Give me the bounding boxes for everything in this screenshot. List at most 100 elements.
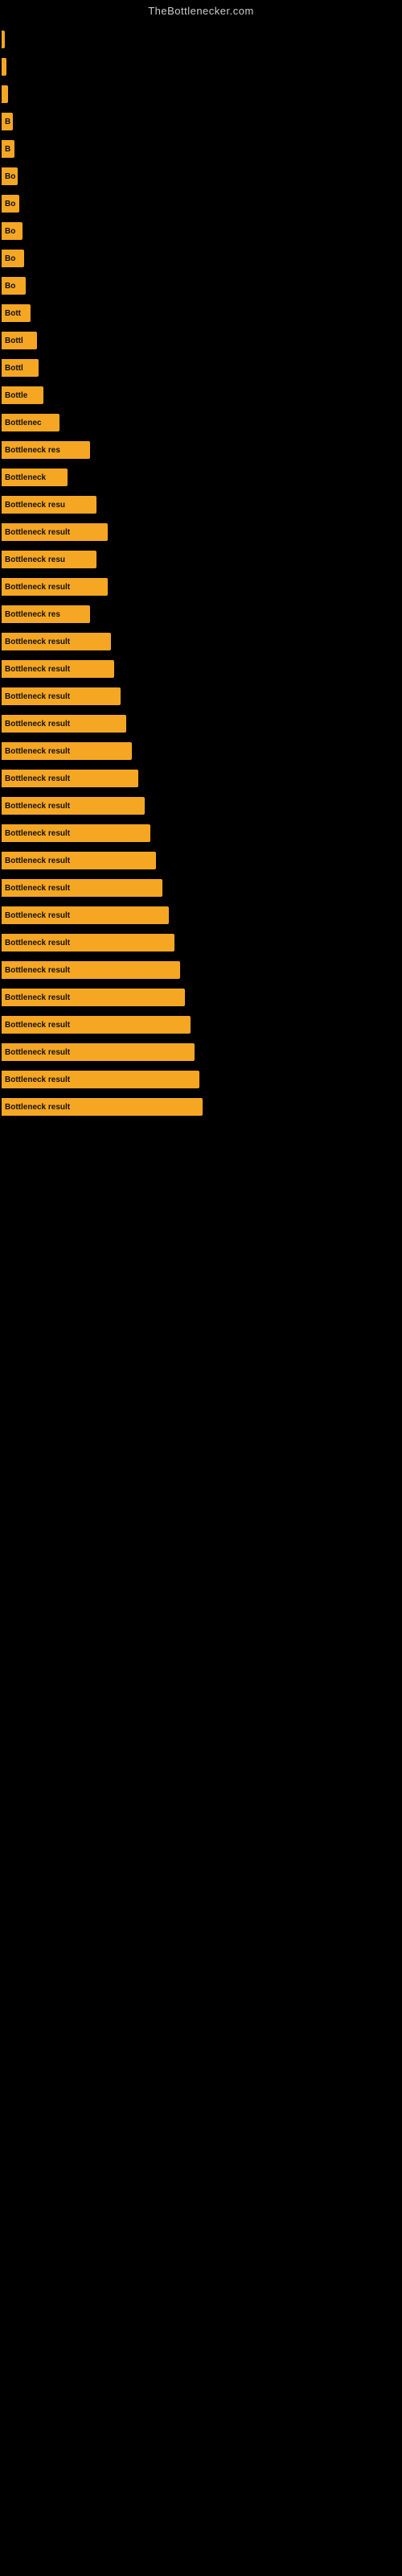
bar-item: Bottleneck result	[2, 742, 132, 760]
bar-row: Bottl	[2, 329, 402, 352]
bar-label: Bottleneck result	[5, 829, 70, 838]
bar-item: Bottleneck result	[2, 1043, 195, 1061]
bar-item	[2, 58, 6, 76]
bar-item: Bottleneck result	[2, 1016, 191, 1034]
bar-label: Bo	[5, 282, 15, 291]
bar-row: Bottleneck result	[2, 658, 402, 680]
bar-row: Bottleneck resu	[2, 493, 402, 516]
bar-label: Bottl	[5, 364, 23, 373]
bar-label: Bottleneck result	[5, 939, 70, 947]
bar-item: Bottleneck result	[2, 879, 162, 897]
bar-label: Bottleneck res	[5, 446, 60, 455]
bar-row: Bottleneck result	[2, 795, 402, 817]
bar-row: Bo	[2, 165, 402, 188]
bar-row: Bottleneck result	[2, 712, 402, 735]
bar-label: Bottleneck result	[5, 1021, 70, 1030]
bar-item: Bottl	[2, 359, 39, 377]
bar-item: B	[2, 113, 13, 130]
bar-row: Bottleneck result	[2, 576, 402, 598]
bar-label: Bo	[5, 254, 15, 263]
bar-item: Bo	[2, 167, 18, 185]
bar-item: Bo	[2, 277, 26, 295]
bar-item: Bo	[2, 195, 19, 213]
bar-row: Bottleneck result	[2, 521, 402, 543]
bar-item: Bottleneck result	[2, 660, 114, 678]
bar-label: Bottleneck result	[5, 884, 70, 893]
bar-row: Bottleneck	[2, 466, 402, 489]
bar-item: Bottleneck result	[2, 934, 174, 952]
bar-row: Bottleneck result	[2, 822, 402, 844]
bar-item: Bottleneck resu	[2, 496, 96, 514]
bar-item: Bottlenec	[2, 414, 59, 431]
bar-row: Bottleneck result	[2, 877, 402, 899]
bar-row: Bo	[2, 192, 402, 215]
bar-label: Bo	[5, 172, 15, 181]
bar-label: Bottleneck result	[5, 966, 70, 975]
bar-row	[2, 28, 402, 51]
bar-item: Bottleneck resu	[2, 551, 96, 568]
bar-row	[2, 83, 402, 105]
bar-item: Bottleneck res	[2, 441, 90, 459]
bar-row: Bottleneck result	[2, 1013, 402, 1036]
bar-label: Bottleneck result	[5, 747, 70, 756]
bar-item: Bottleneck result	[2, 989, 185, 1006]
bar-item	[2, 31, 5, 48]
bar-item: B	[2, 140, 14, 158]
bar-label: Bottleneck result	[5, 528, 70, 537]
bar-row: Bottleneck result	[2, 959, 402, 981]
bar-label: Bottleneck res	[5, 610, 60, 619]
bar-row: B	[2, 138, 402, 160]
bar-item: Bottleneck result	[2, 523, 108, 541]
site-title: TheBottlenecker.com	[0, 0, 402, 20]
bar-row	[2, 56, 402, 78]
bar-label: Bottl	[5, 336, 23, 345]
bar-item: Bottleneck result	[2, 633, 111, 650]
bar-item: Bottleneck result	[2, 687, 121, 705]
bar-row: Bo	[2, 247, 402, 270]
bar-row: Bottleneck result	[2, 685, 402, 708]
bar-item: Bottleneck	[2, 469, 68, 486]
bar-item: Bottle	[2, 386, 43, 404]
bar-label: Bottle	[5, 391, 27, 400]
bar-row: Bottleneck result	[2, 986, 402, 1009]
bar-row: Bottleneck result	[2, 767, 402, 790]
bar-label: Bottleneck result	[5, 911, 70, 920]
bar-label: Bottleneck result	[5, 993, 70, 1002]
bar-label: Bottlenec	[5, 419, 42, 427]
bar-label: Bottleneck result	[5, 638, 70, 646]
bar-item: Bottleneck result	[2, 797, 145, 815]
bar-row: Bottleneck result	[2, 1041, 402, 1063]
bar-row: B	[2, 110, 402, 133]
bar-label: B	[5, 118, 10, 126]
bars-container: BBBoBoBoBoBoBottBottlBottlBottleBottlene…	[0, 20, 402, 1131]
bar-item: Bottleneck result	[2, 770, 138, 787]
bar-row: Bottleneck resu	[2, 548, 402, 571]
bar-row: Bottleneck result	[2, 849, 402, 872]
bar-item: Bottleneck result	[2, 852, 156, 869]
bar-label: Bottleneck result	[5, 665, 70, 674]
bar-item: Bottleneck result	[2, 578, 108, 596]
bar-label: Bottleneck resu	[5, 501, 65, 510]
bar-item: Bo	[2, 222, 23, 240]
bar-label: Bottleneck result	[5, 1075, 70, 1084]
bar-row: Bottleneck result	[2, 931, 402, 954]
bar-row: Bottleneck result	[2, 630, 402, 653]
bar-row: Bottl	[2, 357, 402, 379]
bar-item: Bottleneck result	[2, 715, 126, 733]
bar-label: Bottleneck result	[5, 583, 70, 592]
bar-label: Bottleneck result	[5, 720, 70, 729]
bar-row: Bottlenec	[2, 411, 402, 434]
bar-item: Bottleneck result	[2, 961, 180, 979]
bar-item	[2, 85, 8, 103]
bar-label: Bottleneck result	[5, 692, 70, 701]
bar-row: Bottleneck result	[2, 1096, 402, 1118]
bar-item: Bottleneck res	[2, 605, 90, 623]
bar-label: Bottleneck result	[5, 802, 70, 811]
bar-row: Bo	[2, 275, 402, 297]
bar-item: Bottleneck result	[2, 1071, 199, 1088]
bar-label: Bottleneck result	[5, 774, 70, 783]
bar-row: Bottleneck result	[2, 1068, 402, 1091]
bar-label: Bottleneck	[5, 473, 46, 482]
bar-row: Bottleneck res	[2, 603, 402, 625]
bar-label: Bottleneck result	[5, 1048, 70, 1057]
